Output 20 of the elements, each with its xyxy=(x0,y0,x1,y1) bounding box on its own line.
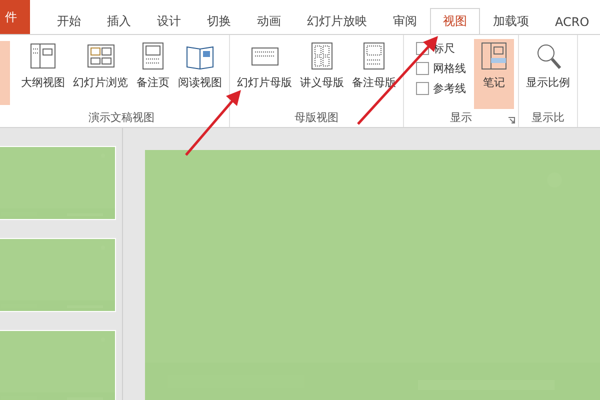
ribbon-button[interactable]: 备注页 xyxy=(133,39,173,109)
dialog-launcher-icon[interactable] xyxy=(508,117,515,124)
group-label: 演示文稿视图 xyxy=(88,110,154,126)
outline-view-icon xyxy=(28,41,58,71)
group-label: 显示 xyxy=(450,110,472,126)
ribbon-button[interactable]: 显示比例 xyxy=(523,39,573,109)
ribbon-button[interactable]: 大纲视图 xyxy=(18,39,68,109)
ribbon-button[interactable]: 讲义母版 xyxy=(297,39,347,109)
ribbon-button[interactable]: 笔记 xyxy=(474,39,514,109)
group-label: 显示比 xyxy=(532,110,564,126)
checkbox[interactable]: 网格线 xyxy=(416,61,466,76)
group-label: 母版视图 xyxy=(294,110,338,126)
annotation-arrow xyxy=(185,90,241,156)
ribbon-tab[interactable]: 视图 xyxy=(430,8,480,34)
ribbon-button[interactable]: 幻灯片母版 xyxy=(234,39,295,109)
checkbox[interactable]: 参考线 xyxy=(416,81,466,96)
ribbon-button[interactable]: 阅读视图 xyxy=(175,39,225,109)
notes-icon xyxy=(479,41,509,71)
file-tab[interactable]: 件 xyxy=(0,0,30,34)
ribbon-button[interactable]: 幻灯片浏览 xyxy=(70,39,131,109)
